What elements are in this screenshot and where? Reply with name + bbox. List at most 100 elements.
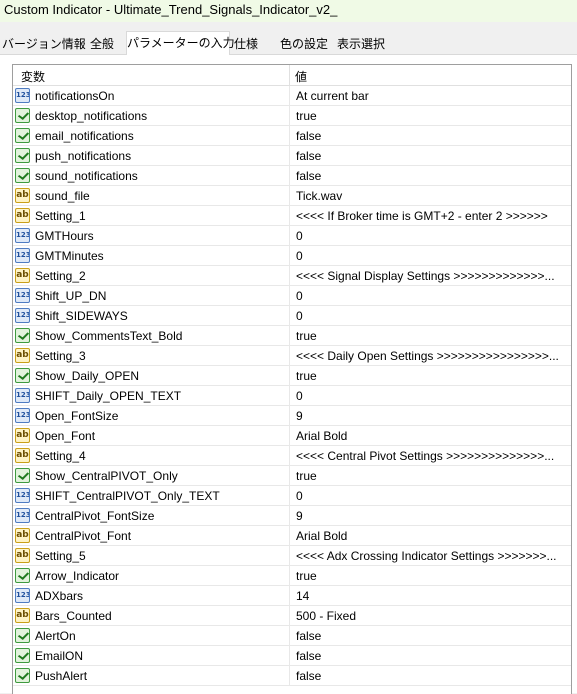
parameter-value[interactable]: <<<< Daily Open Settings >>>>>>>>>>>>>>>… [296,349,568,363]
parameter-value[interactable]: Arial Bold [296,429,568,443]
numeric-icon [15,308,30,323]
parameter-value[interactable]: false [296,629,568,643]
column-header-variable[interactable]: 変数 [21,68,45,85]
window-title: Custom Indicator - Ultimate_Trend_Signal… [4,2,338,17]
string-icon [15,428,30,443]
parameter-row[interactable]: Open_FontSize 9 [13,406,571,426]
parameter-row[interactable]: GMTHours 0 [13,226,571,246]
parameter-row[interactable]: Show_CentralPIVOT_Only true [13,466,571,486]
numeric-icon [15,228,30,243]
parameter-row[interactable]: Shift_UP_DN 0 [13,286,571,306]
parameter-name: push_notifications [35,149,132,163]
parameter-value[interactable]: Arial Bold [296,529,568,543]
parameter-row[interactable]: Shift_SIDEWAYS 0 [13,306,571,326]
parameter-row[interactable]: AlertOn false [13,626,571,646]
parameter-value[interactable]: 0 [296,249,568,263]
parameter-value[interactable]: At current bar [296,89,568,103]
parameter-value[interactable]: Tick.wav [296,189,568,203]
numeric-icon [15,408,30,423]
parameter-value[interactable]: false [296,169,568,183]
numeric-icon [15,288,30,303]
parameter-name: Open_FontSize [35,409,119,423]
string-icon [15,528,30,543]
tab-color-settings[interactable]: 色の設定 [278,35,330,54]
numeric-icon [15,588,30,603]
cell-divider [289,406,290,426]
parameters-panel: 変数 値 notificationsOn At current bar deskto… [0,55,577,694]
string-icon [15,268,30,283]
parameter-name: sound_notifications [35,169,138,183]
parameter-value[interactable]: 500 - Fixed [296,609,568,623]
column-divider[interactable] [289,65,290,85]
parameter-row[interactable]: Setting_1 <<<< If Broker time is GMT+2 - … [13,206,571,226]
parameter-row[interactable]: sound_file Tick.wav [13,186,571,206]
parameter-row[interactable]: email_notifications false [13,126,571,146]
parameter-row[interactable]: EmailON false [13,646,571,666]
parameter-value[interactable]: 14 [296,589,568,603]
parameter-value[interactable]: true [296,109,568,123]
cell-divider [289,286,290,306]
parameter-value[interactable]: 9 [296,509,568,523]
parameter-value[interactable]: 0 [296,309,568,323]
parameter-value[interactable]: false [296,149,568,163]
parameter-row[interactable]: Setting_5 <<<< Adx Crossing Indicator Set… [13,546,571,566]
parameter-value[interactable]: true [296,369,568,383]
parameter-value[interactable]: false [296,129,568,143]
parameter-row[interactable]: notificationsOn At current bar [13,86,571,106]
parameters-grid: 変数 値 notificationsOn At current bar deskto… [12,64,572,694]
parameter-value[interactable]: 0 [296,489,568,503]
parameter-row[interactable]: Setting_4 <<<< Central Pivot Settings >>>… [13,446,571,466]
parameter-value[interactable]: <<<< Adx Crossing Indicator Settings >>>… [296,549,568,563]
parameter-row[interactable]: Bars_Counted 500 - Fixed [13,606,571,626]
parameter-row[interactable]: CentralPivot_Font Arial Bold [13,526,571,546]
parameter-name: Show_Daily_OPEN [35,369,140,383]
parameter-value[interactable]: true [296,329,568,343]
tab-general[interactable]: 全般 [82,35,122,54]
boolean-icon [15,328,30,343]
parameter-row[interactable]: desktop_notifications true [13,106,571,126]
parameter-row[interactable]: CentralPivot_FontSize 9 [13,506,571,526]
parameter-value[interactable]: <<<< Signal Display Settings >>>>>>>>>>>… [296,269,568,283]
parameter-row[interactable]: push_notifications false [13,146,571,166]
parameter-row[interactable]: Show_Daily_OPEN true [13,366,571,386]
parameter-row[interactable]: Arrow_Indicator true [13,566,571,586]
parameter-row[interactable]: SHIFT_Daily_OPEN_TEXT 0 [13,386,571,406]
parameter-value[interactable]: false [296,649,568,663]
grid-header: 変数 値 [13,65,571,86]
parameter-value[interactable]: true [296,469,568,483]
parameter-value[interactable]: 9 [296,409,568,423]
parameter-row[interactable]: Open_Font Arial Bold [13,426,571,446]
cell-divider [289,366,290,386]
boolean-icon [15,668,30,683]
tab-version-info[interactable]: バージョン情報 [2,35,86,54]
parameter-row[interactable]: SHIFT_CentralPIVOT_Only_TEXT 0 [13,486,571,506]
parameter-value[interactable]: 0 [296,229,568,243]
column-header-value[interactable]: 値 [295,68,307,85]
parameter-name: Open_Font [35,429,96,443]
tab-input-parameters[interactable]: パラメーターの入力 [126,31,235,55]
cell-divider [289,126,290,146]
parameter-value[interactable]: 0 [296,289,568,303]
parameter-value[interactable]: <<<< If Broker time is GMT+2 - enter 2 >… [296,209,568,223]
tab-display-selection[interactable]: 表示選択 [334,35,388,54]
parameter-row[interactable]: GMTMinutes 0 [13,246,571,266]
boolean-icon [15,648,30,663]
parameter-value[interactable]: false [296,669,568,683]
parameter-value[interactable]: true [296,569,568,583]
parameter-value[interactable]: <<<< Central Pivot Settings >>>>>>>>>>>>… [296,449,568,463]
parameter-name: Show_CommentsText_Bold [35,329,183,343]
tab-specification[interactable]: 仕様 [230,35,262,54]
string-icon [15,548,30,563]
cell-divider [289,246,290,266]
parameter-row[interactable]: PushAlert false [13,666,571,686]
cell-divider [289,486,290,506]
parameter-row[interactable]: Setting_2 <<<< Signal Display Settings >>… [13,266,571,286]
parameter-row[interactable]: ADXbars 14 [13,586,571,606]
parameter-row[interactable]: sound_notifications false [13,166,571,186]
cell-divider [289,86,290,106]
numeric-icon [15,88,30,103]
parameter-name: email_notifications [35,129,134,143]
parameter-row[interactable]: Show_CommentsText_Bold true [13,326,571,346]
parameter-value[interactable]: 0 [296,389,568,403]
parameter-row[interactable]: Setting_3 <<<< Daily Open Settings >>>>>>… [13,346,571,366]
